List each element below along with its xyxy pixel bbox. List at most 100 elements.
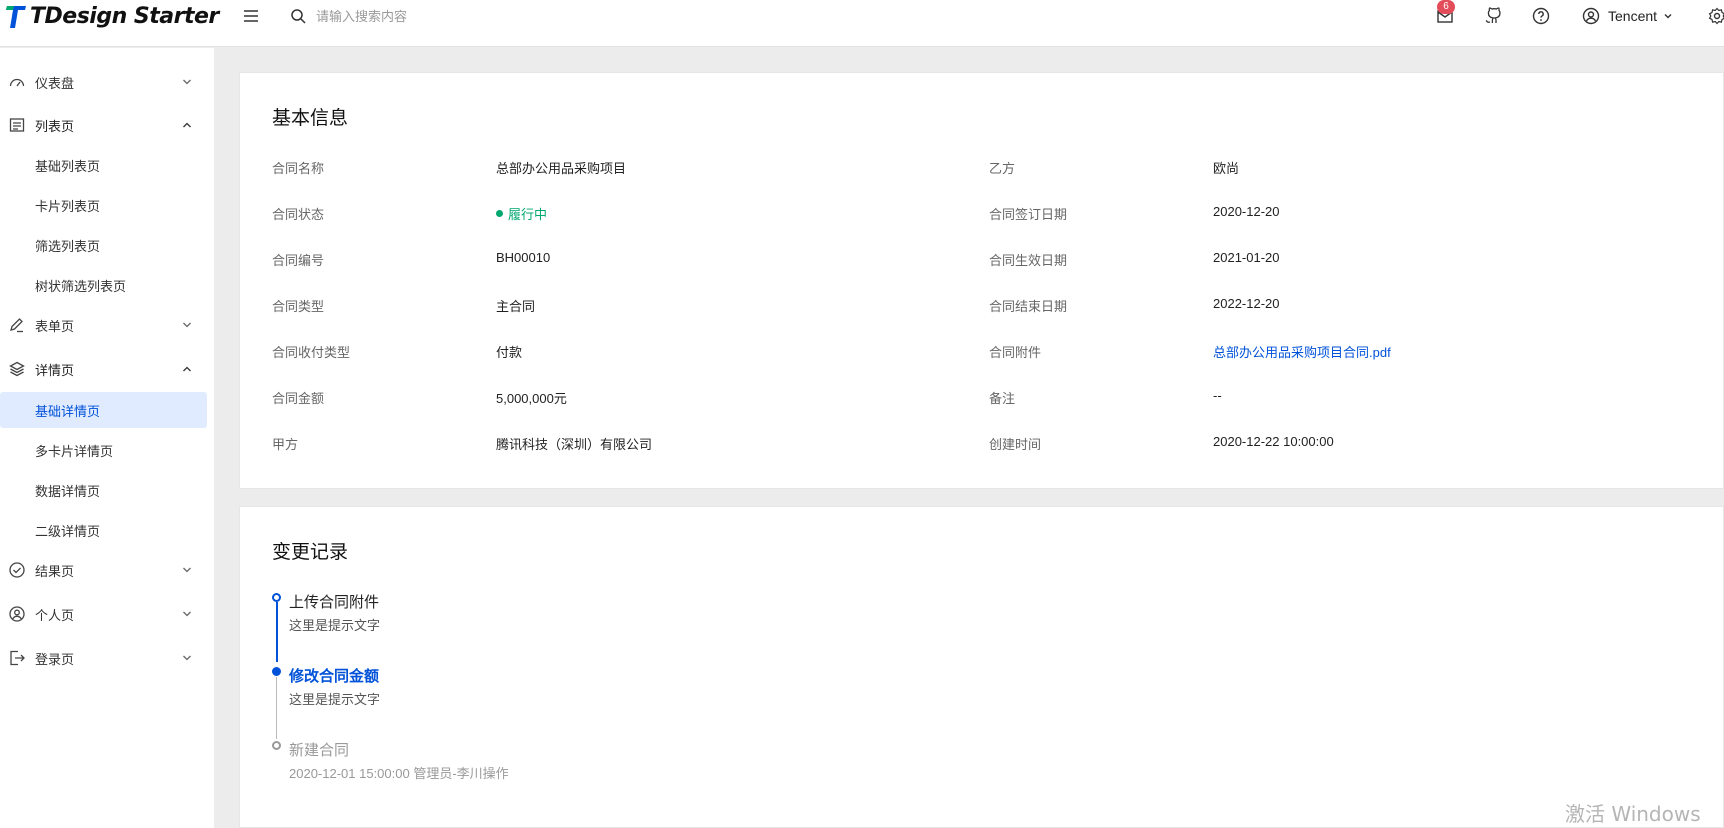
sidebar-item-label: 登录页: [35, 651, 75, 667]
basic-info-card: 基本信息 合同名称 总部办公用品采购项目 合同状态 履行中 合同编号 BH000…: [239, 72, 1724, 489]
info-value: 腾讯科技（深圳）有限公司: [496, 437, 653, 452]
github-button[interactable]: [1482, 5, 1504, 27]
info-value: --: [1213, 388, 1222, 403]
chevron-up-icon: [183, 366, 191, 372]
chevron-down-icon: [183, 611, 191, 617]
timeline-dot: [272, 593, 281, 602]
info-label: 创建时间: [989, 437, 1042, 452]
gear-icon: [1708, 7, 1724, 25]
github-icon: [1485, 7, 1501, 23]
info-label: 合同附件: [989, 345, 1042, 360]
sidebar: 仪表盘 列表页 基础列表页 卡片列表页 筛选列表页 树状筛选列表页 表单页 详情…: [0, 48, 214, 828]
change-log-card: 变更记录 上传合同附件 这里是提示文字 修改合同金额 这里是提示文字 新建合同 …: [239, 506, 1724, 828]
info-label: 乙方: [989, 161, 1016, 176]
user-name: Tencent: [1608, 8, 1658, 24]
sidebar-item-label: 列表页: [35, 118, 75, 134]
tdesign-logo-icon: [4, 2, 28, 30]
sidebar-item-dashboard[interactable]: 仪表盘: [0, 64, 207, 100]
sidebar-subitem-filter-list[interactable]: 筛选列表页: [0, 227, 207, 263]
status-dot-icon: [496, 210, 503, 217]
sidebar-item-list[interactable]: 列表页: [0, 107, 207, 143]
chevron-down-icon: [1664, 14, 1672, 19]
status-text: 履行中: [508, 207, 548, 222]
user-circle-icon: [7, 604, 27, 624]
sidebar-subitem-basic-list[interactable]: 基础列表页: [0, 147, 207, 183]
timeline-dot-active: [272, 667, 281, 676]
layers-icon: [7, 359, 27, 379]
sidebar-subitem-tree-filter-list[interactable]: 树状筛选列表页: [0, 267, 207, 303]
info-value: 2021-01-20: [1213, 250, 1280, 265]
search-icon: [291, 9, 306, 24]
timeline-event-title: 修改合同金额: [289, 668, 380, 685]
sidebar-subitem-basic-detail[interactable]: 基础详情页: [0, 392, 207, 428]
sidebar-item-detail[interactable]: 详情页: [0, 351, 207, 387]
chevron-down-icon: [183, 79, 191, 85]
sidebar-subitem-card-list[interactable]: 卡片列表页: [0, 187, 207, 223]
user-avatar-icon: [1582, 7, 1600, 25]
help-icon: [1532, 7, 1550, 25]
info-value: 欧尚: [1213, 161, 1240, 176]
info-label: 合同收付类型: [272, 345, 351, 360]
card-title: 变更记录: [272, 542, 349, 563]
list-icon: [7, 115, 27, 135]
sidebar-item-label: 仪表盘: [35, 75, 75, 91]
help-button[interactable]: [1530, 5, 1552, 27]
timeline-line: [276, 677, 277, 739]
search-bar[interactable]: [290, 4, 576, 28]
info-label: 合同名称: [272, 161, 325, 176]
sidebar-item-personal[interactable]: 个人页: [0, 596, 207, 632]
info-label: 合同金额: [272, 391, 325, 406]
dashboard-icon: [7, 72, 27, 92]
sidebar-item-login[interactable]: 登录页: [0, 640, 207, 676]
timeline-event-desc: 这里是提示文字: [289, 618, 381, 633]
timeline-event-desc: 2020-12-01 15:00:00 管理员-李川操作: [289, 766, 509, 781]
settings-button[interactable]: [1706, 5, 1724, 27]
chevron-down-icon: [183, 655, 191, 661]
info-value: 主合同: [496, 299, 536, 314]
chevron-down-icon: [183, 322, 191, 328]
info-label: 合同状态: [272, 207, 325, 222]
timeline-line-active: [276, 602, 278, 662]
timeline-event-title: 上传合同附件: [289, 594, 380, 611]
info-label: 合同编号: [272, 253, 325, 268]
timeline-event-title: 新建合同: [289, 742, 350, 759]
info-value: 2020-12-20: [1213, 204, 1280, 219]
sidebar-subitem-secondary-detail[interactable]: 二级详情页: [0, 512, 207, 548]
sidebar-item-form[interactable]: 表单页: [0, 307, 207, 343]
status-badge: 履行中: [496, 204, 547, 223]
check-circle-icon: [7, 560, 27, 580]
sidebar-item-label: 详情页: [35, 362, 75, 378]
sidebar-item-label: 个人页: [35, 607, 75, 623]
info-label: 甲方: [272, 437, 299, 452]
sidebar-subitem-data-detail[interactable]: 数据详情页: [0, 472, 207, 508]
logo-text: TDesign Starter: [30, 3, 219, 29]
user-menu[interactable]: Tencent: [1582, 4, 1673, 28]
chevron-down-icon: [183, 567, 191, 573]
info-label: 合同类型: [272, 299, 325, 314]
info-label: 备注: [989, 391, 1016, 406]
logo[interactable]: TDesign Starter: [0, 0, 219, 32]
windows-activation-watermark: 激活 Windows: [1565, 802, 1701, 826]
sidebar-item-result[interactable]: 结果页: [0, 552, 207, 588]
edit-icon: [7, 315, 27, 335]
menu-toggle-button[interactable]: [240, 6, 262, 26]
info-value: 总部办公用品采购项目: [496, 161, 627, 176]
info-value: 5,000,000元: [496, 391, 567, 406]
info-value: 付款: [496, 345, 523, 360]
info-value: 2022-12-20: [1213, 296, 1280, 311]
hamburger-icon: [244, 10, 258, 22]
info-value: BH00010: [496, 250, 551, 265]
search-input[interactable]: [316, 8, 576, 24]
attachment-link[interactable]: 总部办公用品采购项目合同.pdf: [1213, 342, 1391, 361]
logout-icon: [7, 648, 27, 668]
timeline-dot: [272, 741, 281, 750]
top-header: TDesign Starter 6 Tencent: [0, 0, 1724, 47]
info-label: 合同生效日期: [989, 253, 1068, 268]
card-title: 基本信息: [272, 108, 349, 129]
sidebar-item-label: 结果页: [35, 563, 75, 579]
sidebar-item-label: 表单页: [35, 318, 75, 334]
timeline-event-desc: 这里是提示文字: [289, 692, 381, 707]
info-value: 2020-12-22 10:00:00: [1213, 434, 1334, 449]
sidebar-subitem-multi-card-detail[interactable]: 多卡片详情页: [0, 432, 207, 468]
chevron-up-icon: [183, 122, 191, 128]
